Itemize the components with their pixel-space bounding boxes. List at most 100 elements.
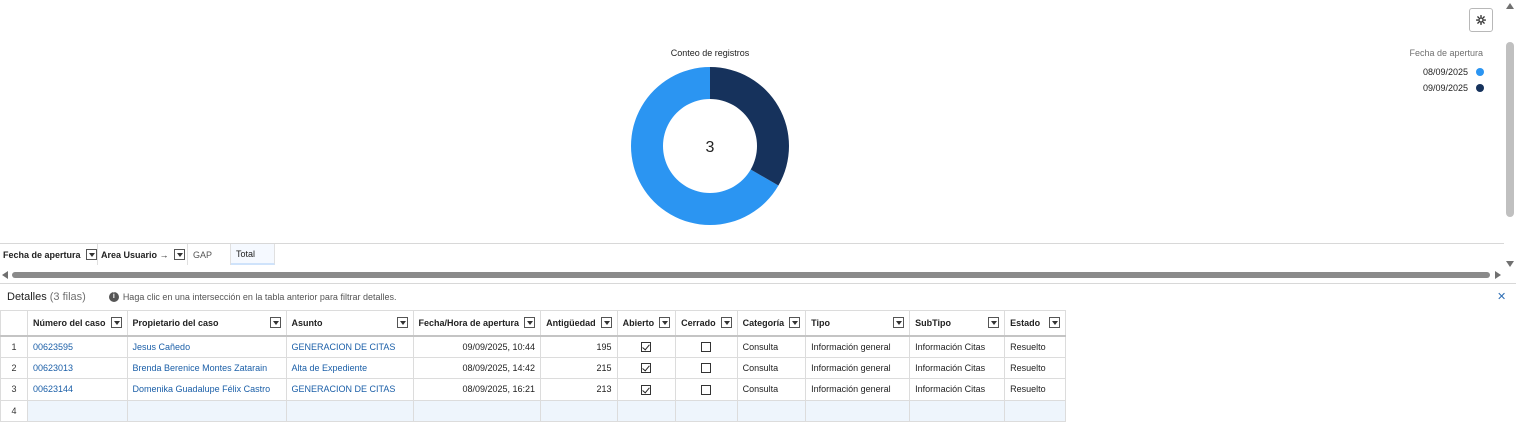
case-age: 215 (540, 356, 618, 379)
closed-checkbox (701, 363, 712, 374)
status-cell: Resuelto (1004, 335, 1067, 358)
filter-dropdown-icon[interactable] (396, 317, 408, 329)
filter-dropdown-icon[interactable] (110, 317, 122, 329)
empty-cell[interactable] (616, 399, 677, 422)
filter-dropdown-icon[interactable] (524, 317, 536, 329)
pivot-col-gap[interactable]: GAP (188, 244, 231, 265)
column-header[interactable]: Antigüedad (540, 310, 618, 337)
open-cell (616, 356, 677, 379)
empty-cell[interactable] (736, 399, 807, 422)
column-header[interactable]: Asunto (285, 310, 414, 337)
filter-dropdown-icon[interactable] (1049, 317, 1061, 329)
category-cell: Consulta (736, 335, 807, 358)
column-header[interactable]: Fecha/Hora de apertura (412, 310, 542, 337)
column-header[interactable]: Propietario del caso (126, 310, 287, 337)
horizontal-scrollbar[interactable] (0, 269, 1504, 281)
closed-cell (675, 356, 738, 379)
category-cell: Consulta (736, 378, 807, 401)
empty-cell[interactable] (412, 399, 542, 422)
case-number-link[interactable]: 00623595 (27, 335, 128, 358)
column-header-label: Cerrado (681, 317, 716, 328)
case-number-link[interactable]: 00623144 (27, 378, 128, 401)
pivot-col-total[interactable]: Total (231, 244, 275, 265)
column-header-label: Estado (1010, 317, 1041, 328)
case-subject-link[interactable]: GENERACION DE CITAS (285, 335, 414, 358)
details-row-count: (3 filas) (49, 290, 86, 303)
table-row[interactable]: 3 00623144 Domenika Guadalupe Félix Castro… (0, 378, 1067, 401)
column-header-label: Tipo (811, 317, 830, 328)
filter-dropdown-icon[interactable] (893, 317, 905, 329)
column-header[interactable]: Categoría (736, 310, 807, 337)
case-owner-link[interactable]: Brenda Berenice Montes Zatarain (126, 356, 287, 379)
open-checkbox (641, 363, 652, 374)
column-header-label: SubTipo (915, 317, 951, 328)
pivot-col-fecha[interactable]: Fecha de apertura (0, 244, 98, 265)
scroll-thumb[interactable] (1506, 42, 1514, 217)
column-header-label: Abierto (622, 317, 655, 328)
scroll-thumb[interactable] (12, 272, 1490, 278)
column-header[interactable]: SubTipo (909, 310, 1006, 337)
open-checkbox (641, 341, 652, 352)
column-header-label: Propietario del caso (132, 317, 219, 328)
pivot-col-label: Fecha de apertura (3, 249, 81, 260)
legend-item-1[interactable]: 09/09/2025 (1380, 82, 1484, 94)
legend-label: 09/09/2025 (1422, 83, 1468, 93)
opened-datetime: 08/09/2025, 16:21 (412, 378, 542, 401)
filter-dropdown-icon[interactable] (659, 317, 671, 329)
settings-button[interactable] (1469, 8, 1493, 32)
column-header[interactable]: Número del caso (27, 310, 128, 337)
legend-dot-icon (1476, 68, 1484, 76)
closed-cell (675, 335, 738, 358)
column-header-label: Número del caso (33, 317, 106, 328)
empty-cell[interactable] (27, 399, 128, 422)
open-cell (616, 378, 677, 401)
column-header[interactable]: Estado (1004, 310, 1067, 337)
empty-cell[interactable] (675, 399, 738, 422)
filter-dropdown-icon[interactable] (988, 317, 1000, 329)
vertical-scrollbar[interactable] (1504, 0, 1516, 270)
subtype-cell: Información Citas (909, 378, 1006, 401)
empty-cell[interactable] (909, 399, 1006, 422)
row-number: 3 (0, 378, 28, 401)
type-cell: Información general (805, 335, 911, 358)
chart-panel: Conteo de registros 3 Fecha de apertura … (0, 0, 1504, 243)
case-age: 195 (540, 335, 618, 358)
type-cell: Información general (805, 378, 911, 401)
opened-datetime: 08/09/2025, 14:42 (412, 356, 542, 379)
scroll-down-icon[interactable] (1506, 261, 1514, 267)
case-subject-link[interactable]: Alta de Expediente (285, 356, 414, 379)
column-header-label: Categoría (742, 317, 785, 328)
case-subject-link[interactable]: GENERACION DE CITAS (285, 378, 414, 401)
case-owner-link[interactable]: Domenika Guadalupe Félix Castro (126, 378, 287, 401)
details-hint: Haga clic en una intersección en la tabl… (122, 291, 397, 302)
case-owner-link[interactable]: Jesus Cañedo (126, 335, 287, 358)
empty-table-row[interactable]: 4 (0, 399, 1067, 422)
empty-cell[interactable] (285, 399, 414, 422)
column-header[interactable]: Cerrado (675, 310, 738, 337)
close-icon[interactable]: ✕ (1497, 290, 1506, 303)
column-header[interactable]: Abierto (616, 310, 677, 337)
empty-cell[interactable] (805, 399, 911, 422)
scroll-right-icon[interactable] (1495, 271, 1501, 279)
scroll-up-icon[interactable] (1506, 3, 1514, 9)
pivot-col-area[interactable]: Area Usuario → (98, 244, 188, 265)
open-checkbox (641, 384, 652, 395)
filter-dropdown-icon[interactable] (269, 317, 281, 329)
filter-dropdown-icon[interactable] (85, 249, 97, 260)
empty-cell[interactable] (126, 399, 287, 422)
empty-cell[interactable] (540, 399, 618, 422)
filter-dropdown-icon[interactable] (720, 317, 732, 329)
scroll-left-icon[interactable] (2, 271, 8, 279)
donut-chart[interactable]: 3 (620, 56, 800, 236)
filter-dropdown-icon[interactable] (600, 317, 612, 329)
legend-item-0[interactable]: 08/09/2025 (1380, 66, 1484, 78)
table-row[interactable]: 2 00623013 Brenda Berenice Montes Zatarain… (0, 356, 1067, 379)
empty-cell[interactable] (1004, 399, 1067, 422)
open-cell (616, 335, 677, 358)
case-number-link[interactable]: 00623013 (27, 356, 128, 379)
filter-dropdown-icon[interactable] (173, 249, 185, 260)
column-header[interactable]: Tipo (805, 310, 911, 337)
filter-dropdown-icon[interactable] (789, 317, 801, 329)
donut-slice-1[interactable] (710, 67, 789, 186)
table-row[interactable]: 1 00623595 Jesus Cañedo GENERACION DE CITAS… (0, 335, 1067, 358)
